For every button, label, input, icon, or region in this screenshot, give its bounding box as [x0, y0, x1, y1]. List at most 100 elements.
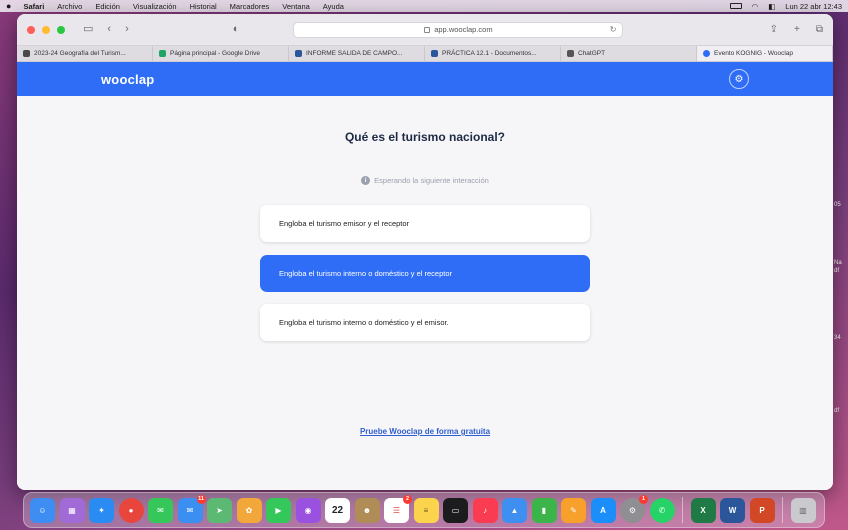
answer-option-text: Engloba el turismo emisor y el receptor: [279, 219, 410, 228]
podcasts-icon[interactable]: ◉: [295, 497, 321, 523]
tab-practica[interactable]: PRÁCTICA 12.1 - Documentos...: [425, 46, 561, 61]
forward-arrow-icon[interactable]: ›: [125, 24, 129, 35]
browser-window: ▭ ‹ › ◐ app.wooclap.com ↻ ⇪ + ⧉ 2023-24 …: [17, 14, 833, 490]
app-store-icon[interactable]: A: [590, 497, 616, 523]
system-settings-icon[interactable]: ⚙ 1: [620, 494, 648, 523]
numbers-icon[interactable]: ▮: [531, 497, 557, 523]
docs-icon: [431, 50, 438, 57]
info-icon: i: [361, 176, 371, 185]
wooclap-header: wooclap ⚙: [17, 62, 833, 96]
share-icon[interactable]: ⇪: [770, 24, 778, 35]
tab-favicon: [23, 50, 30, 57]
tv-icon[interactable]: ▭: [443, 497, 468, 523]
wifi-icon[interactable]: ◠: [752, 2, 759, 11]
tab-chatgpt[interactable]: ChatGPT: [561, 46, 697, 61]
tab-label: PRÁCTICA 12.1 - Documentos...: [442, 50, 537, 57]
google-drive-icon: [159, 50, 166, 57]
menu-bar: ● Safari Archivo Edición Visualización H…: [0, 0, 848, 12]
toolbar-right-actions: ⇪ + ⧉: [770, 24, 823, 35]
menu-ventana[interactable]: Ventana: [282, 2, 310, 11]
menu-marcadores[interactable]: Marcadores: [230, 2, 270, 11]
question-title: Qué es el turismo nacional?: [344, 130, 506, 144]
wooclap-logo[interactable]: wooclap: [101, 72, 154, 87]
zoom-window-button[interactable]: [57, 25, 65, 34]
tab-geografia[interactable]: 2023-24 Geografía del Turism...: [17, 46, 153, 61]
tab-label: 2023-24 Geografía del Turism...: [34, 50, 126, 57]
whatsapp-icon[interactable]: ✆: [649, 497, 675, 523]
wooclap-icon: [703, 50, 710, 57]
tab-label: ChatGPT: [578, 50, 606, 57]
trash-icon[interactable]: ▥: [790, 497, 816, 523]
calendar-day: 22: [331, 504, 344, 516]
shield-icon[interactable]: ◐: [233, 24, 240, 35]
chatgpt-icon: [567, 50, 574, 57]
messages-icon[interactable]: ✉: [148, 497, 173, 523]
menu-ayuda[interactable]: Ayuda: [323, 2, 344, 11]
photos-icon[interactable]: ✿: [236, 497, 262, 523]
tab-label: Página principal - Google Drive: [170, 50, 260, 57]
desktop-fragment: df: [834, 268, 840, 274]
dock: ☺ ▦ ✦ ● ✉ ✉ 11 ➤ ✿ ▶ ◉ 22 ☻ ☰ 2 ≡ ▭ ♪ ▲ …: [23, 492, 825, 528]
close-window-button[interactable]: [27, 25, 35, 34]
try-wooclap-link[interactable]: Pruebe Wooclap de forma gratuita: [17, 427, 833, 436]
pages-icon[interactable]: ✎: [561, 497, 586, 523]
reminders-icon[interactable]: ☰ 2: [384, 494, 412, 523]
chrome-icon[interactable]: ●: [118, 497, 144, 523]
waiting-status: i Esperando la siguiente interacción: [17, 176, 833, 185]
tab-label: Evento KOGNIG - Wooclap: [714, 50, 793, 57]
powerpoint-icon[interactable]: P: [749, 497, 775, 523]
tab-bar: 2023-24 Geografía del Turism... Página p…: [17, 46, 833, 62]
battery-icon[interactable]: [729, 3, 742, 9]
mail-icon[interactable]: ✉ 11: [177, 494, 206, 523]
music-icon[interactable]: ♪: [472, 497, 498, 523]
menu-historial[interactable]: Historial: [190, 2, 217, 11]
settings-gear-icon[interactable]: ⚙: [729, 69, 749, 89]
minimize-window-button[interactable]: [42, 25, 50, 34]
desktop-fragment: df: [834, 408, 840, 414]
safari-icon[interactable]: ✦: [89, 497, 114, 523]
notes-icon[interactable]: ≡: [413, 497, 439, 523]
calendar-icon[interactable]: 22: [325, 497, 350, 523]
address-bar[interactable]: app.wooclap.com ↻: [293, 21, 624, 38]
menu-visualizacion[interactable]: Visualización: [133, 2, 177, 11]
contacts-icon[interactable]: ☻: [354, 497, 380, 523]
excel-icon[interactable]: X: [690, 497, 716, 523]
new-tab-icon[interactable]: +: [794, 24, 800, 35]
tab-overview-icon[interactable]: ⧉: [816, 24, 823, 35]
sidebar-toggle-icon[interactable]: ▭: [83, 24, 93, 35]
launchpad-icon[interactable]: ▦: [59, 497, 85, 523]
back-arrow-icon[interactable]: ‹: [107, 24, 111, 35]
settings-badge: 1: [639, 494, 648, 504]
maps-icon[interactable]: ➤: [207, 497, 232, 523]
mail-badge: 11: [196, 494, 206, 504]
menu-archivo[interactable]: Archivo: [57, 2, 82, 11]
answer-option-text: Engloba el turismo interno o doméstico y…: [279, 318, 449, 327]
dock-separator: [682, 497, 683, 523]
desktop-fragment: 34: [834, 335, 841, 341]
tab-informe[interactable]: INFORME SALIDA DE CAMPO...: [289, 46, 425, 61]
answer-option-1[interactable]: Engloba el turismo emisor y el receptor: [260, 205, 590, 242]
reload-icon[interactable]: ↻: [610, 25, 617, 34]
menu-edicion[interactable]: Edición: [95, 2, 120, 11]
tab-label: INFORME SALIDA DE CAMPO...: [306, 50, 403, 57]
browser-toolbar: ▭ ‹ › ◐ app.wooclap.com ↻ ⇪ + ⧉: [17, 14, 833, 46]
keynote-icon[interactable]: ▲: [502, 497, 527, 523]
tab-google-drive[interactable]: Página principal - Google Drive: [153, 46, 289, 61]
lock-icon: [424, 26, 431, 33]
wooclap-main: Qué es el turismo nacional? i Esperando …: [17, 96, 833, 490]
menu-app-name[interactable]: Safari: [23, 2, 44, 11]
answer-option-2-selected[interactable]: Engloba el turismo interno o doméstico y…: [260, 255, 590, 292]
word-icon[interactable]: W: [720, 497, 745, 523]
tab-wooclap[interactable]: Evento KOGNIG - Wooclap: [697, 46, 833, 61]
control-center-icon[interactable]: ◧: [768, 2, 775, 11]
answer-option-text: Engloba el turismo interno o doméstico y…: [279, 269, 453, 278]
finder-icon[interactable]: ☺: [30, 497, 55, 523]
menubar-status-area: ◠ ◧ Lun 22 abr 12:43: [729, 2, 842, 11]
reminders-badge: 2: [403, 494, 412, 504]
apple-menu-icon[interactable]: ●: [6, 1, 11, 11]
menubar-clock[interactable]: Lun 22 abr 12:43: [785, 2, 842, 11]
url-text: app.wooclap.com: [434, 25, 493, 34]
answer-option-3[interactable]: Engloba el turismo interno o doméstico y…: [260, 304, 590, 341]
docs-icon: [295, 50, 302, 57]
facetime-icon[interactable]: ▶: [266, 497, 291, 523]
